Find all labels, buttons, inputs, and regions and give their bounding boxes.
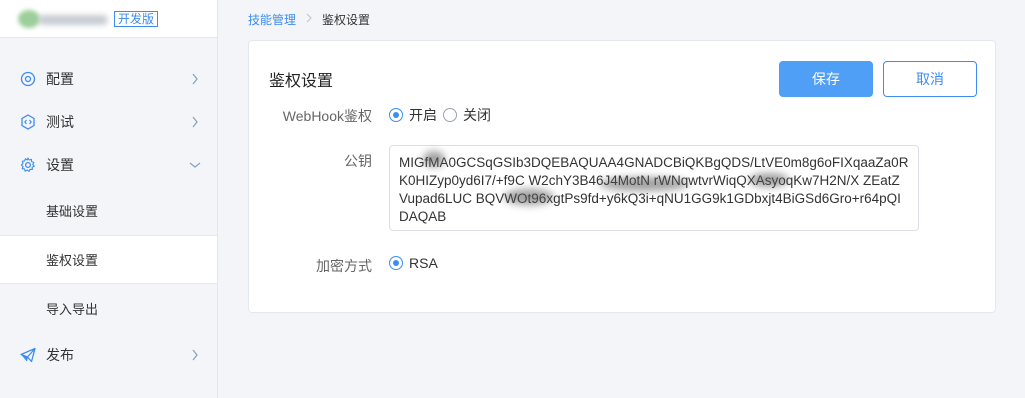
chevron-right-icon — [189, 349, 201, 361]
public-key-label: 公钥 — [344, 153, 372, 169]
chevron-right-icon — [189, 73, 201, 85]
chevron-down-icon — [189, 159, 201, 171]
redaction-blur — [423, 151, 445, 167]
sidebar-item-label: 测试 — [46, 113, 74, 130]
breadcrumb: 技能管理 鉴权设置 — [248, 10, 370, 28]
encryption-radio-group: RSA — [389, 255, 444, 271]
code-shield-icon — [20, 113, 36, 130]
breadcrumb-separator-icon — [306, 12, 312, 26]
sidebar-subitem-import-export[interactable]: 导入导出 — [0, 284, 217, 333]
redaction-blur — [504, 189, 554, 205]
save-button[interactable]: 保存 — [779, 61, 873, 97]
radio-label: RSA — [409, 255, 438, 271]
radio-label: 关闭 — [463, 107, 491, 123]
dev-version-badge: 开发版 — [114, 10, 159, 27]
settings-dial-icon — [20, 71, 36, 87]
radio-checked-icon — [389, 256, 403, 270]
sidebar-item-config[interactable]: 配置 — [0, 57, 217, 100]
sidebar-subitem-basic-settings[interactable]: 基础设置 — [0, 186, 217, 235]
sidebar-item-label: 配置 — [46, 70, 74, 87]
webhook-auth-label: WebHook鉴权 — [282, 108, 372, 124]
radio-unchecked-icon — [443, 108, 457, 122]
sidebar: 开发版 配置 测试 设置 基础设置 鉴权设置 导入导出 发布 — [0, 0, 218, 398]
encryption-method-label: 加密方式 — [316, 258, 372, 274]
sidebar-subitem-auth-settings[interactable]: 鉴权设置 — [0, 235, 217, 284]
app-logo — [14, 8, 114, 30]
encryption-rsa-radio[interactable]: RSA — [389, 255, 438, 271]
radio-label: 开启 — [409, 107, 437, 123]
redaction-blur — [749, 173, 789, 187]
webhook-auth-radio-group: 开启 关闭 — [389, 105, 497, 125]
paper-plane-icon — [20, 347, 36, 363]
card-title: 鉴权设置 — [269, 73, 334, 90]
sidebar-item-label: 发布 — [46, 346, 74, 363]
sidebar-item-publish[interactable]: 发布 — [0, 333, 217, 376]
sidebar-item-test[interactable]: 测试 — [0, 100, 217, 143]
logo-row: 开发版 — [0, 0, 217, 38]
webhook-off-radio[interactable]: 关闭 — [443, 105, 491, 125]
breadcrumb-current: 鉴权设置 — [322, 12, 371, 27]
breadcrumb-parent-link[interactable]: 技能管理 — [248, 11, 296, 28]
chevron-right-icon — [189, 116, 201, 128]
auth-settings-card: 鉴权设置 保存 取消 WebHook鉴权 开启 关闭 公钥 MIGfMA0GCS… — [248, 40, 996, 313]
sidebar-item-settings[interactable]: 设置 — [0, 143, 217, 186]
webhook-on-radio[interactable]: 开启 — [389, 105, 437, 125]
sidebar-item-label: 设置 — [46, 156, 74, 173]
radio-checked-icon — [389, 108, 403, 122]
gear-icon — [20, 156, 36, 173]
cancel-button[interactable]: 取消 — [883, 61, 977, 97]
redaction-blur — [599, 177, 689, 191]
